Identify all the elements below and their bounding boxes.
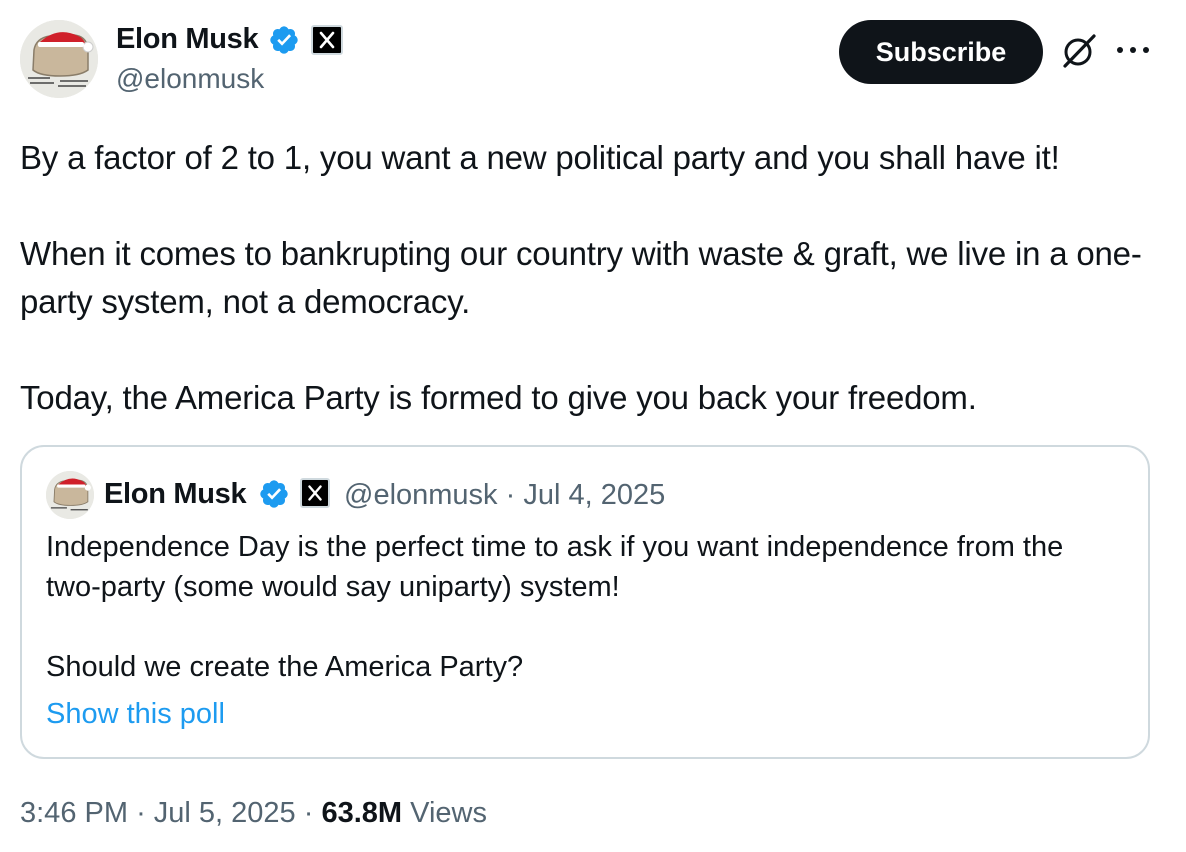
tweet-paragraph: When it comes to bankrupting our country… (20, 235, 1142, 320)
avatar[interactable] (20, 20, 98, 98)
quote-avatar[interactable] (46, 471, 94, 519)
author-name[interactable]: Elon Musk (116, 20, 259, 58)
subscribe-button[interactable]: Subscribe (839, 20, 1043, 84)
post-meta: 3:46 PM · Jul 5, 2025 · 63.8M Views (20, 794, 487, 832)
quote-author-name[interactable]: Elon Musk (104, 475, 247, 513)
tweet-text: By a factor of 2 to 1, you want a new po… (20, 134, 1170, 422)
more-icon[interactable] (1114, 42, 1152, 58)
grok-icon[interactable] (1058, 30, 1100, 72)
tweet-paragraph: Today, the America Party is formed to gi… (20, 379, 977, 416)
quote-paragraph: Should we create the America Party? (46, 651, 524, 683)
author-handle[interactable]: @elonmusk (116, 61, 264, 97)
views-count[interactable]: 63.8M (321, 797, 402, 829)
post-date[interactable]: Jul 5, 2025 (154, 797, 296, 829)
x-logo-icon[interactable] (300, 478, 330, 508)
tweet-paragraph: By a factor of 2 to 1, you want a new po… (20, 139, 1060, 176)
quote-date[interactable]: Jul 4, 2025 (523, 479, 665, 511)
quoted-tweet[interactable]: Elon Musk @elonmusk · Jul 4, 2025 Indepe… (20, 445, 1150, 759)
meta-separator: · (303, 797, 314, 829)
quote-meta: @elonmusk · Jul 4, 2025 (344, 477, 665, 513)
quote-handle[interactable]: @elonmusk (344, 479, 498, 511)
meta-separator: · (136, 797, 146, 829)
quote-text: Independence Day is the perfect time to … (46, 527, 1126, 687)
verified-badge-icon[interactable] (258, 478, 290, 510)
show-poll-link[interactable]: Show this poll (46, 694, 225, 734)
meta-separator: · (505, 479, 516, 511)
x-logo-icon[interactable] (311, 25, 343, 55)
views-label[interactable]: Views (410, 797, 487, 829)
tweet: Elon Musk @elonmusk Subscribe By a facto… (0, 0, 1186, 852)
quote-paragraph: Independence Day is the perfect time to … (46, 531, 1064, 603)
post-time[interactable]: 3:46 PM (20, 797, 128, 829)
verified-badge-icon[interactable] (268, 24, 300, 56)
